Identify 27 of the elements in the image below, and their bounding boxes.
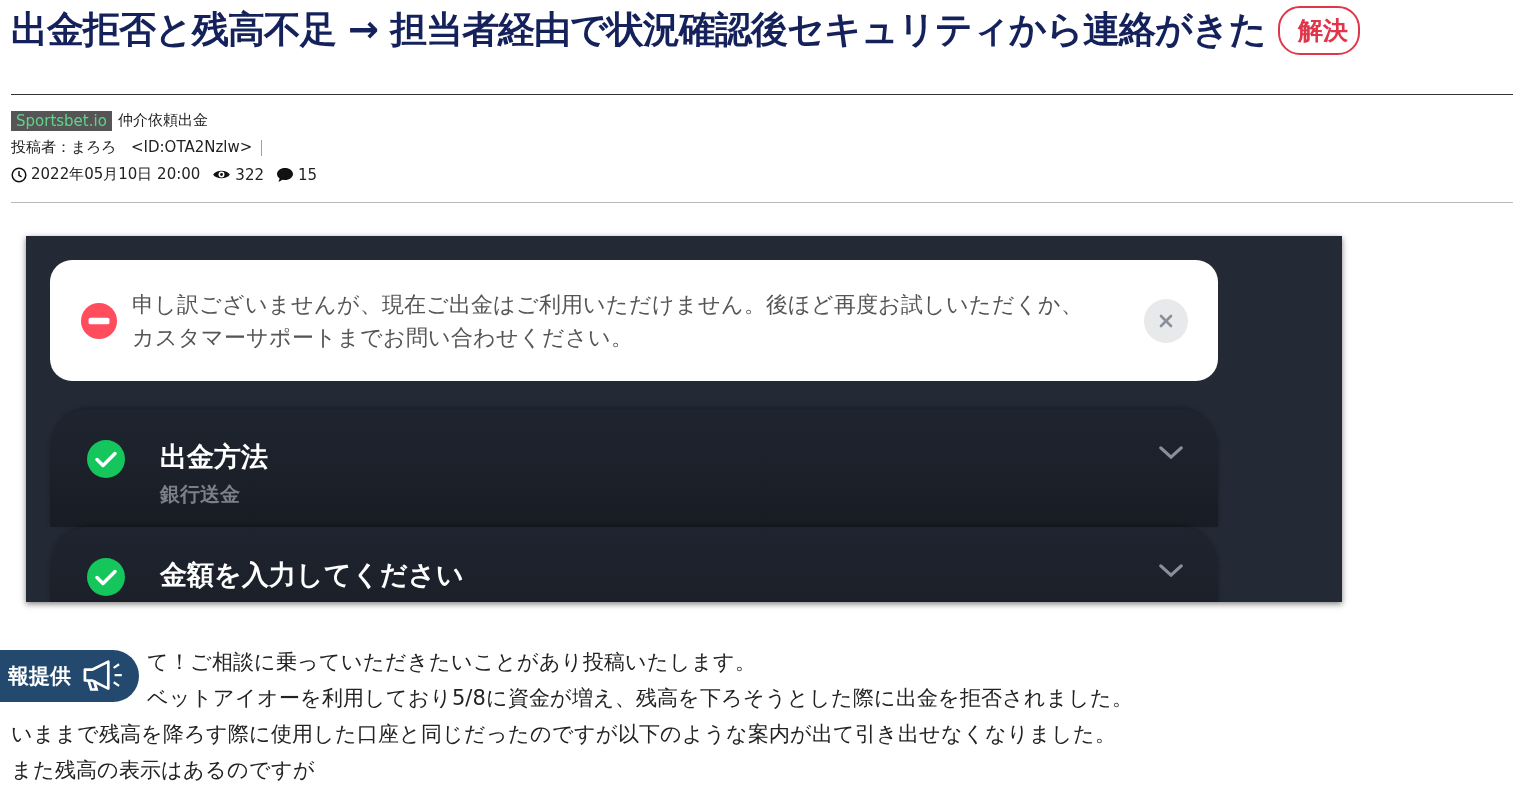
comment-count: 15	[298, 165, 318, 184]
alert-message: 申し訳ございませんが、現在ご出金はご利用いただけません。後ほど再度お試しいただくか、カスタマーサポートまでお問い合わせください。	[132, 290, 1084, 352]
speech-bubble-icon	[276, 166, 294, 183]
eye-icon	[212, 168, 232, 181]
category-label: 仲介依頼出金	[117, 111, 208, 130]
info-button[interactable]: 報提供	[0, 650, 139, 702]
clock-icon	[11, 166, 27, 183]
body-text: ベットアイオーを利用しており5/8に資金が増え、残高を下ろそうとした際に出金を拒否されました。	[147, 686, 1133, 710]
body-text: また残高の表示はあるのですが	[11, 758, 315, 782]
chevron-down-icon	[1158, 445, 1184, 460]
category-tag[interactable]: Sportsbet.io	[11, 110, 112, 131]
close-button[interactable]	[1144, 298, 1188, 343]
close-icon	[1158, 312, 1174, 329]
step-title: 出金方法	[160, 440, 269, 474]
post-date: 2022年05月10日 20:00	[31, 165, 201, 184]
step-value: 銀行送金	[160, 481, 241, 508]
step-title: 金額を入力してください	[160, 558, 465, 592]
status-badge: 解決	[1277, 5, 1360, 55]
post-title: 出金拒否と残高不足 → 担当者経由で状況確認後セキュリティから連絡がきた	[11, 7, 1266, 53]
body-text: いままで残高を降ろす際に使用した口座と同じだったのですが以下のような案内が出て引き出せなくなりました。	[11, 722, 1116, 746]
stop-icon	[80, 301, 118, 340]
accordion-item[interactable]: 出金方法 銀行送金	[50, 409, 1218, 527]
body-text: て！ご相談に乗っていただきたいことがあり投稿いたします。	[147, 650, 756, 674]
poster-label: 投稿者：まろろ <ID:OTA2Nzlw>	[11, 138, 253, 157]
accordion-item[interactable]: 金額を入力してください	[50, 527, 1218, 602]
view-count: 322	[235, 165, 264, 184]
chevron-down-icon	[1158, 563, 1184, 578]
